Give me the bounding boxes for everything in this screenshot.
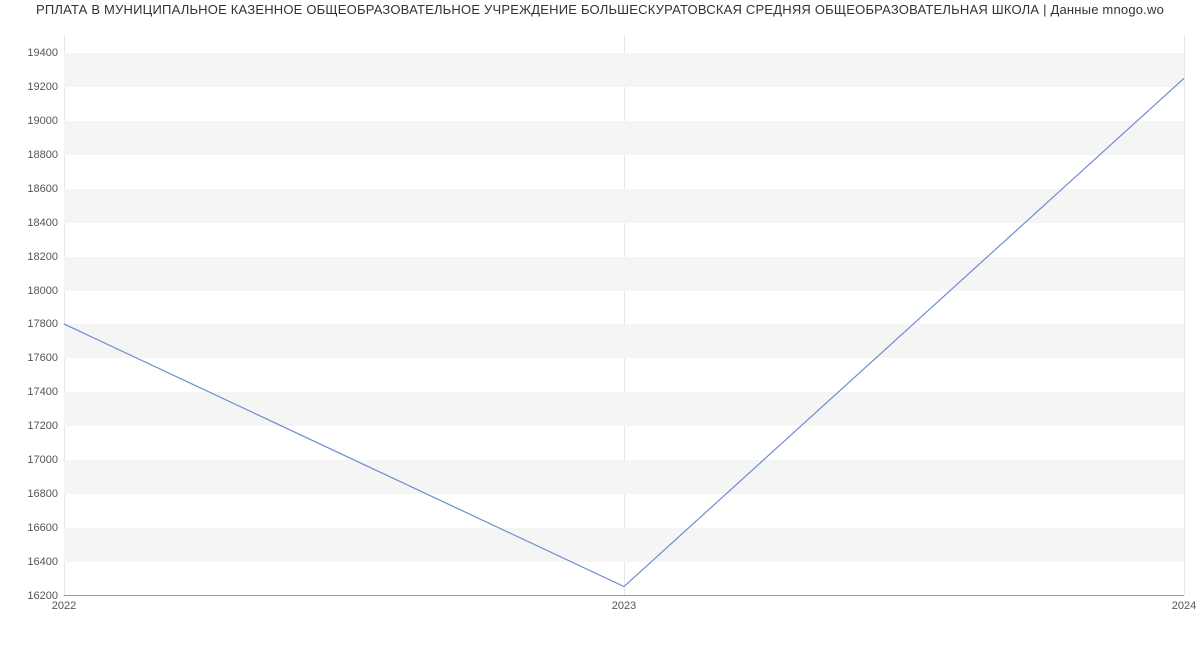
x-tick-label: 2022 bbox=[52, 600, 76, 612]
y-tick-label: 17200 bbox=[8, 420, 58, 432]
x-gridline bbox=[1184, 36, 1185, 595]
y-tick-label: 16400 bbox=[8, 556, 58, 568]
y-tick-label: 16800 bbox=[8, 488, 58, 500]
y-tick-label: 18600 bbox=[8, 183, 58, 195]
y-tick-label: 18200 bbox=[8, 251, 58, 263]
y-tick-label: 18000 bbox=[8, 285, 58, 297]
plot-area bbox=[64, 36, 1184, 596]
y-tick-label: 17400 bbox=[8, 386, 58, 398]
data-line bbox=[64, 78, 1184, 586]
chart-title: РПЛАТА В МУНИЦИПАЛЬНОЕ КАЗЕННОЕ ОБЩЕОБРА… bbox=[0, 2, 1200, 17]
y-tick-label: 18400 bbox=[8, 217, 58, 229]
y-tick-label: 19200 bbox=[8, 81, 58, 93]
y-tick-label: 18800 bbox=[8, 149, 58, 161]
line-layer bbox=[64, 36, 1184, 595]
y-tick-label: 17600 bbox=[8, 352, 58, 364]
y-tick-label: 19400 bbox=[8, 47, 58, 59]
y-tick-label: 16200 bbox=[8, 590, 58, 602]
y-tick-label: 17800 bbox=[8, 318, 58, 330]
y-tick-label: 16600 bbox=[8, 522, 58, 534]
x-tick-label: 2023 bbox=[612, 600, 636, 612]
y-tick-label: 19000 bbox=[8, 115, 58, 127]
chart-container: РПЛАТА В МУНИЦИПАЛЬНОЕ КАЗЕННОЕ ОБЩЕОБРА… bbox=[0, 0, 1200, 650]
y-tick-label: 17000 bbox=[8, 454, 58, 466]
x-tick-label: 2024 bbox=[1172, 600, 1196, 612]
